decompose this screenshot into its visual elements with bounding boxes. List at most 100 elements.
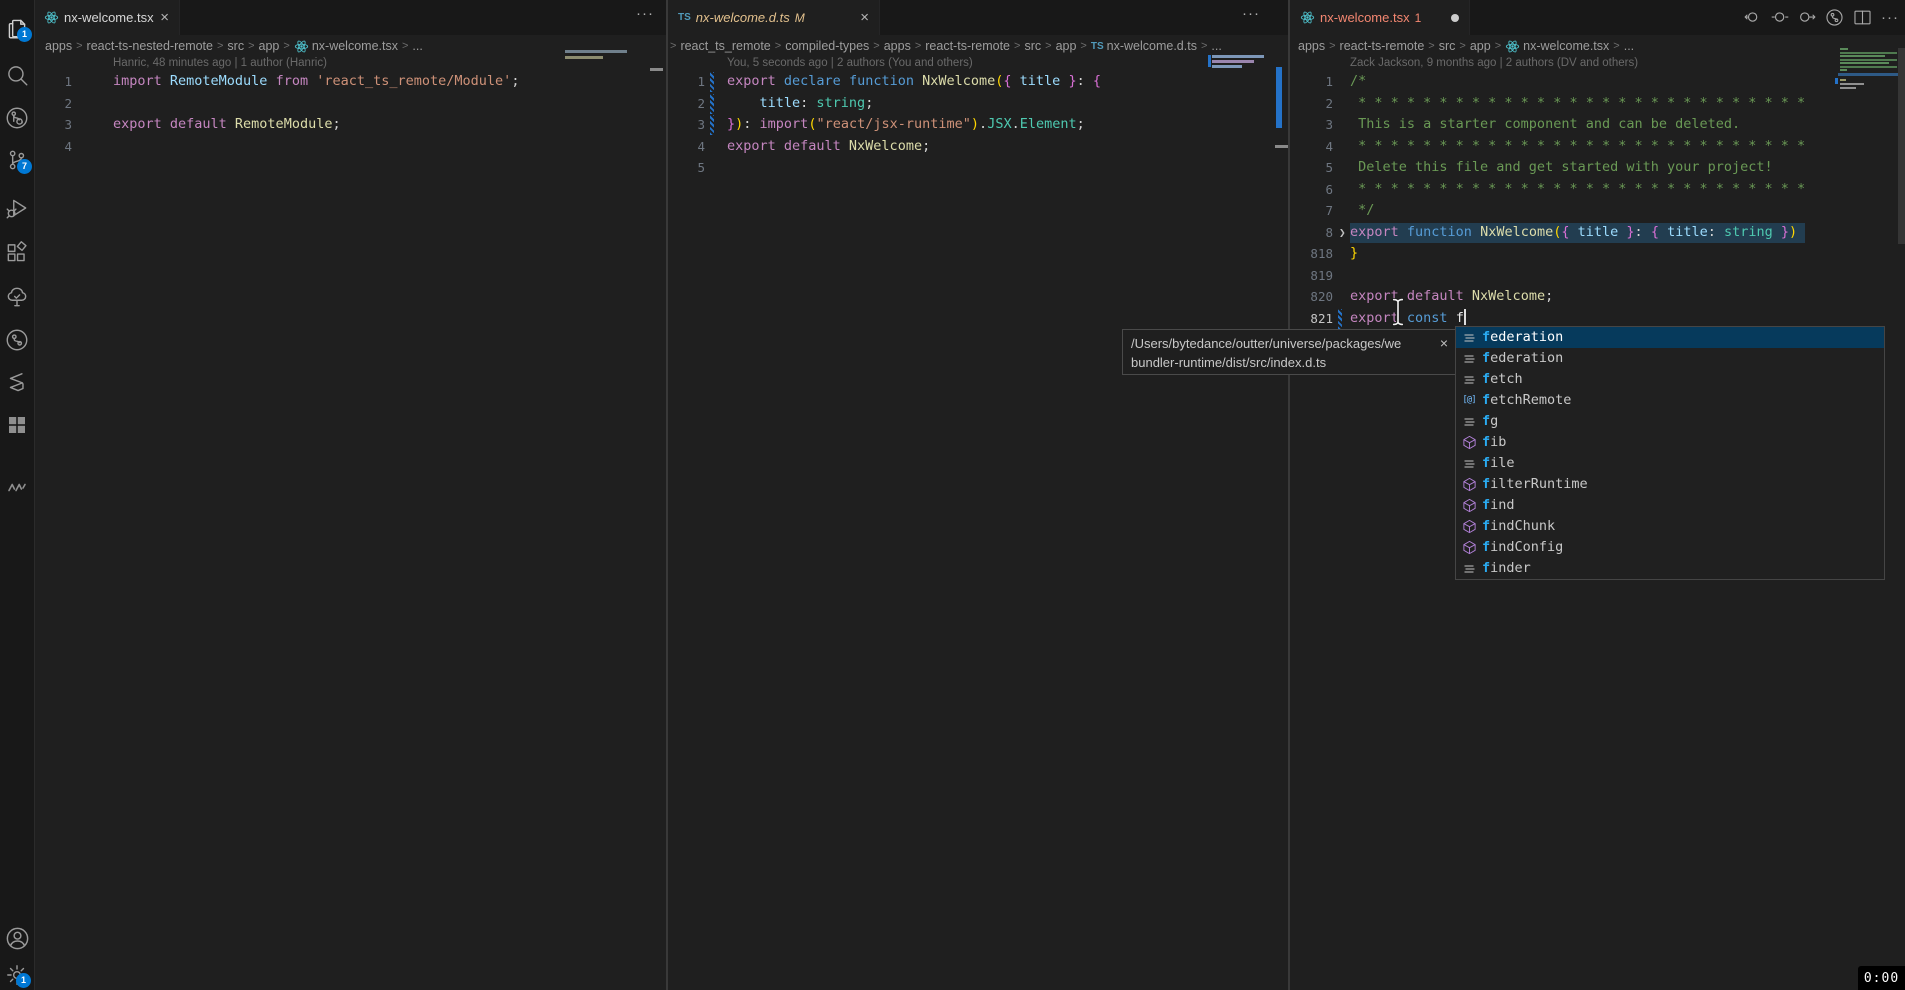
breadcrumb-item[interactable]: src — [227, 39, 244, 53]
activity-item-accounts[interactable] — [0, 921, 34, 955]
code-text: import RemoteModule from 'react_ts_remot… — [113, 71, 519, 93]
suggest-docs-popup: /Users/bytedance/outter/universe/package… — [1122, 329, 1456, 375]
activity-item-source-control[interactable]: 7 — [0, 143, 34, 177]
symbol-text-icon — [1460, 372, 1478, 388]
code-line-8[interactable]: 8❯export function NxWelcome({ title }: {… — [1290, 222, 1905, 244]
editor-group-2[interactable]: TSnx-welcome.d.tsM×···>react_ts_remote>c… — [668, 0, 1288, 990]
activity-item-settings[interactable]: 1 — [0, 958, 34, 990]
activity-item-explorer[interactable]: 1 — [0, 11, 34, 45]
close-icon[interactable]: × — [1440, 334, 1448, 353]
tab-overflow-menu[interactable]: ··· — [636, 5, 654, 22]
code-line-2[interactable]: 2 title: string; — [668, 93, 1288, 115]
git-blame-annotation: Zack Jackson, 9 months ago | 2 authors (… — [1350, 57, 1638, 69]
code-line-2[interactable]: 2 — [34, 93, 666, 115]
code-line-818[interactable]: 818} — [1290, 243, 1905, 265]
breadcrumb-item[interactable]: compiled-types — [785, 39, 869, 53]
code-line-819[interactable]: 819 — [1290, 265, 1905, 287]
chevron-right-icon: > — [1080, 40, 1086, 52]
activity-item-extension-ribbon[interactable] — [0, 366, 34, 400]
activity-item-testing[interactable] — [0, 280, 34, 314]
activity-item-extension-squiggle[interactable] — [0, 470, 34, 504]
suggest-item-file[interactable]: file — [1456, 453, 1884, 474]
suggest-item-find[interactable]: find — [1456, 495, 1884, 516]
breadcrumb-item[interactable]: ... — [412, 39, 422, 53]
editor-group-1[interactable]: nx-welcome.tsx×···apps>react-ts-nested-r… — [34, 0, 666, 990]
code-line-1[interactable]: 1export declare function NxWelcome({ tit… — [668, 71, 1288, 93]
activity-item-extensions[interactable] — [0, 236, 34, 270]
tab-nx-welcome.d.ts[interactable]: TSnx-welcome.d.tsM× — [668, 0, 880, 35]
code-line-1[interactable]: 1import RemoteModule from 'react_ts_remo… — [34, 71, 666, 93]
breadcrumb-item[interactable]: react-ts-remote — [1340, 39, 1425, 53]
suggest-item-finder[interactable]: finder — [1456, 558, 1884, 579]
suggest-item-findChunk[interactable]: findChunk — [1456, 516, 1884, 537]
code-line-4[interactable]: 4 * * * * * * * * * * * * * * * * * * * … — [1290, 136, 1905, 158]
code-line-3[interactable]: 3}): import("react/jsx-runtime").JSX.Ele… — [668, 114, 1288, 136]
suggest-item-fib[interactable]: fib — [1456, 432, 1884, 453]
suggest-item-fg[interactable]: fg — [1456, 411, 1884, 432]
code-line-2[interactable]: 2 * * * * * * * * * * * * * * * * * * * … — [1290, 93, 1905, 115]
breadcrumb-item[interactable]: react_ts_remote — [680, 39, 770, 53]
activity-item-source-control-graph[interactable] — [0, 101, 34, 135]
breadcrumb-item[interactable]: app — [1056, 39, 1077, 53]
code-line-7[interactable]: 7 */ — [1290, 200, 1905, 222]
suggest-item-federation[interactable]: federation — [1456, 348, 1884, 369]
editor-actions: ··· — [1744, 8, 1899, 26]
git-graph-icon[interactable] — [1825, 8, 1844, 26]
breadcrumb-item[interactable]: nx-welcome.tsx — [294, 39, 398, 54]
code-line-4[interactable]: 4 — [34, 136, 666, 158]
tab-nx-welcome.tsx[interactable]: nx-welcome.tsx1 — [1290, 0, 1470, 35]
suggest-item-fetch[interactable]: fetch — [1456, 369, 1884, 390]
symbol-method-icon — [1460, 540, 1478, 555]
tab-nx-welcome.tsx[interactable]: nx-welcome.tsx× — [34, 0, 180, 35]
code-line-6[interactable]: 6 * * * * * * * * * * * * * * * * * * * … — [1290, 179, 1905, 201]
breadcrumb-item[interactable]: src — [1439, 39, 1456, 53]
breadcrumb-item[interactable]: react-ts-nested-remote — [87, 39, 213, 53]
suggest-item-filterRuntime[interactable]: filterRuntime — [1456, 474, 1884, 495]
suggest-item-findConfig[interactable]: findConfig — [1456, 537, 1884, 558]
code-line-4[interactable]: 4export default NxWelcome; — [668, 136, 1288, 158]
code-line-3[interactable]: 3 This is a starter component and can be… — [1290, 114, 1905, 136]
tab-overflow-menu[interactable]: ··· — [1242, 5, 1260, 22]
breadcrumb-item[interactable]: ... — [1624, 39, 1634, 53]
grid-icon — [5, 413, 29, 437]
breadcrumb-item[interactable]: apps — [884, 39, 911, 53]
code-text: /* — [1350, 71, 1366, 93]
editor-group-sash-1[interactable] — [666, 0, 668, 990]
activity-item-commit-graph[interactable] — [0, 323, 34, 357]
editor-group-sash-2[interactable] — [1288, 0, 1290, 990]
symbol-text-icon — [1460, 414, 1478, 430]
code-line-5[interactable]: 5 — [668, 157, 1288, 179]
breadcrumb-item[interactable]: app — [259, 39, 280, 53]
code-text: export function NxWelcome({ title }: { t… — [1350, 222, 1797, 244]
breadcrumb-item[interactable]: nx-welcome.tsx — [1505, 39, 1609, 54]
dirty-indicator[interactable] — [1451, 14, 1459, 22]
breadcrumb-item[interactable]: ... — [1211, 39, 1221, 53]
suggest-item-federation[interactable]: federation — [1456, 327, 1884, 348]
breadcrumb: apps>react-ts-remote>src>app>nx-welcome.… — [1290, 35, 1905, 57]
more-actions-icon[interactable]: ··· — [1881, 8, 1899, 26]
editor-back-icon[interactable] — [1744, 8, 1762, 26]
activity-item-extension-grid[interactable] — [0, 408, 34, 442]
close-icon[interactable]: × — [160, 10, 169, 25]
activity-item-run-debug[interactable] — [0, 191, 34, 225]
line-number: 4 — [668, 136, 705, 158]
breadcrumb-item[interactable]: TSnx-welcome.d.ts — [1091, 39, 1197, 53]
fold-chevron-icon[interactable]: ❯ — [1339, 222, 1346, 244]
breadcrumb-item[interactable]: react-ts-remote — [925, 39, 1010, 53]
breadcrumb-item[interactable]: apps — [45, 39, 72, 53]
close-icon[interactable]: × — [860, 10, 869, 25]
code-line-3[interactable]: 3export default RemoteModule; — [34, 114, 666, 136]
line-number: 3 — [34, 114, 72, 136]
activity-item-search[interactable] — [0, 58, 34, 92]
breadcrumb-item[interactable]: src — [1024, 39, 1041, 53]
suggest-item-fetchRemote[interactable]: [@]fetchRemote — [1456, 390, 1884, 411]
next-change-icon[interactable] — [1798, 8, 1816, 26]
code-line-5[interactable]: 5 Delete this file and get started with … — [1290, 157, 1905, 179]
code-line-820[interactable]: 820export default NxWelcome; — [1290, 286, 1905, 308]
code-line-1[interactable]: 1/* — [1290, 71, 1905, 93]
breadcrumb-item[interactable]: apps — [1298, 39, 1325, 53]
breadcrumb-item[interactable]: app — [1470, 39, 1491, 53]
prev-change-icon[interactable] — [1771, 8, 1789, 26]
line-number: 4 — [34, 136, 72, 158]
split-editor-icon[interactable] — [1853, 8, 1872, 26]
